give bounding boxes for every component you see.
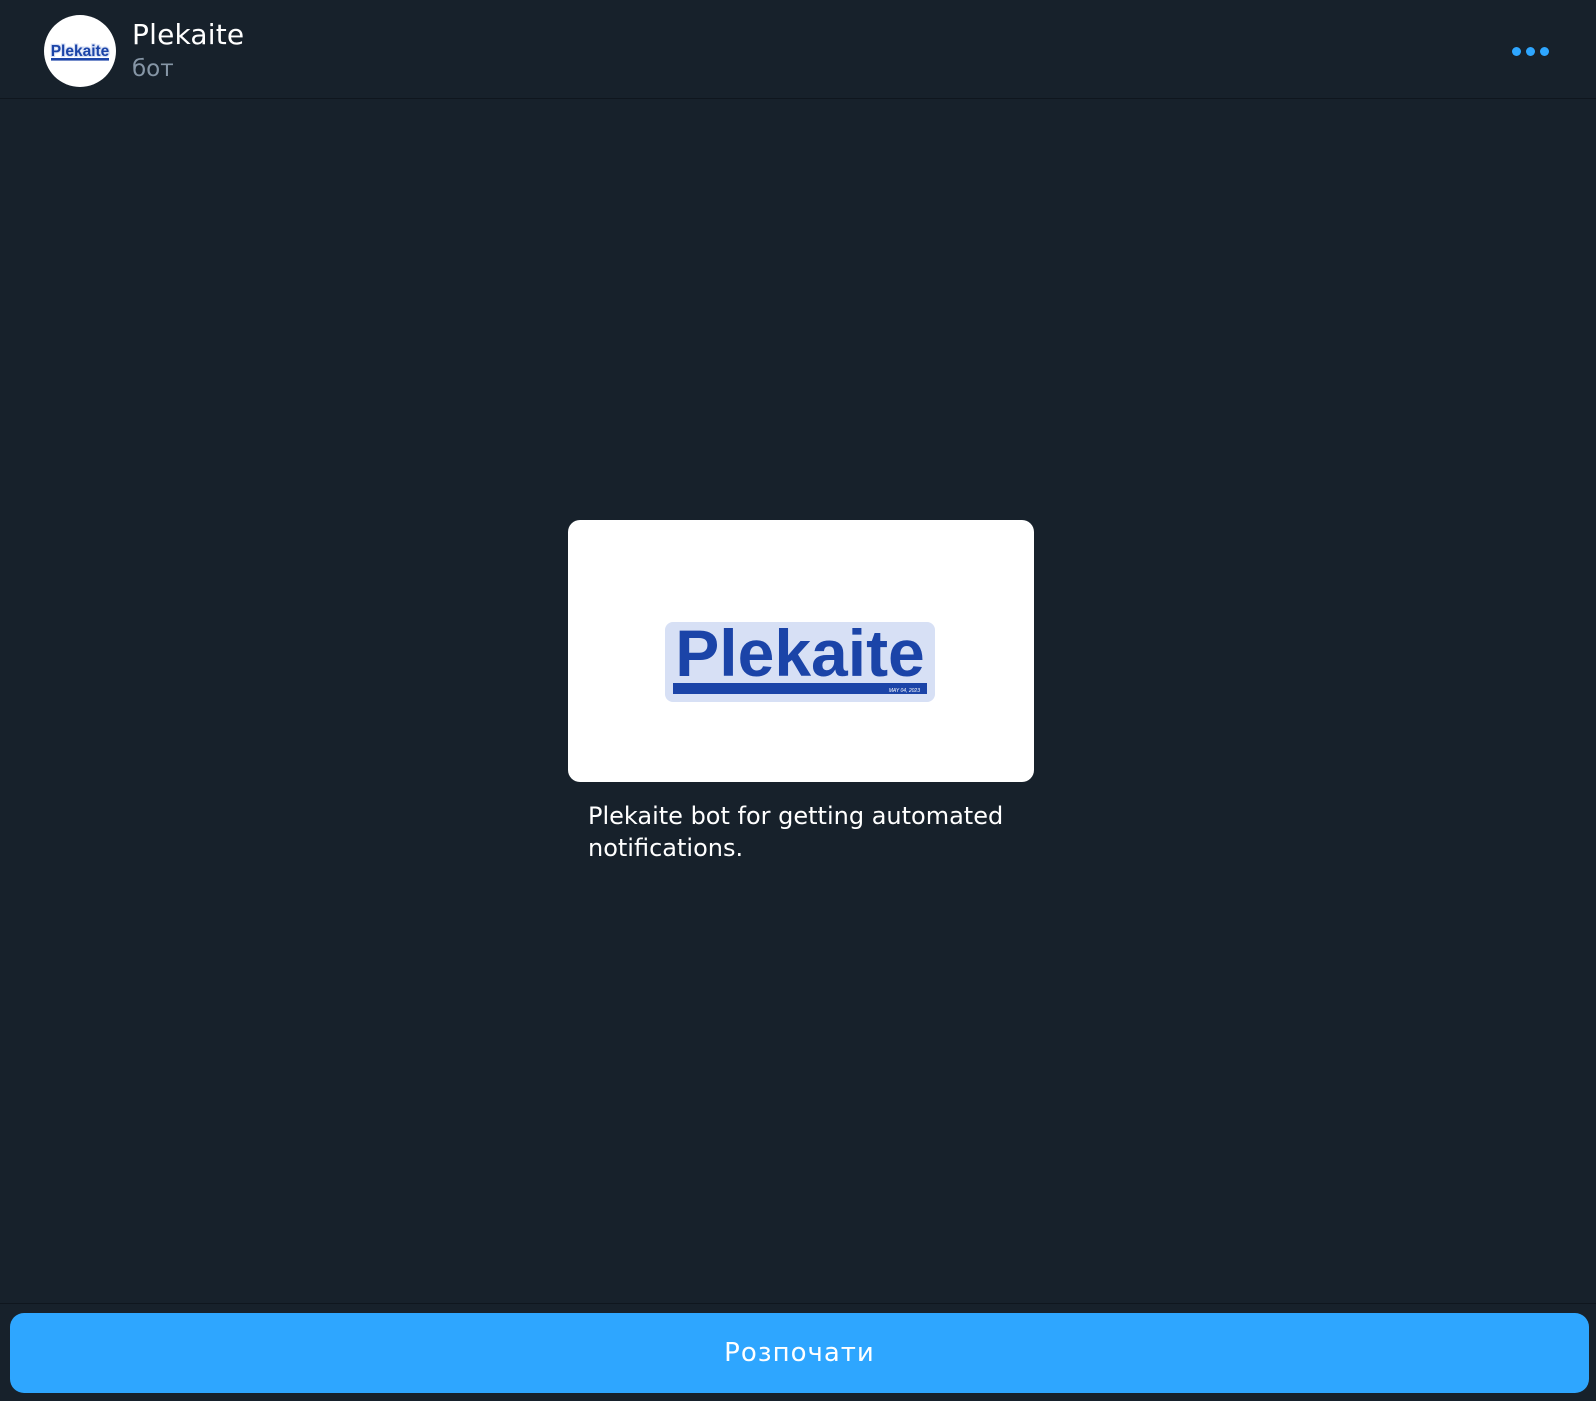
avatar-logo-text: Plekaite <box>51 43 110 60</box>
avatar[interactable]: Plekaite <box>44 15 116 87</box>
chat-header: Plekaite Plekaite бот <box>0 0 1596 99</box>
chat-content: Plekaite MAY 04, 2023 Plekaite bot for g… <box>0 100 1596 1303</box>
bottom-bar: Розпочати <box>0 1303 1596 1401</box>
avatar-logo-underline <box>51 58 109 61</box>
more-options-button[interactable] <box>1496 30 1566 70</box>
chat-subtitle: бот <box>132 56 174 82</box>
more-horizontal-icon <box>1540 47 1549 56</box>
chat-title: Plekaite <box>132 18 245 51</box>
more-horizontal-icon <box>1512 47 1521 56</box>
image-logo-text: Plekaite <box>675 616 925 690</box>
plekaite-logo-image: Plekaite MAY 04, 2023 <box>665 613 935 702</box>
plekaite-logo-avatar: Plekaite <box>50 42 111 61</box>
bot-description: Plekaite bot for getting automated notif… <box>588 802 1004 862</box>
bot-intro-image: Plekaite MAY 04, 2023 <box>568 520 1034 782</box>
start-button[interactable]: Розпочати <box>10 1313 1589 1393</box>
chat-window: Plekaite Plekaite бот Plekaite MAY 04, 2… <box>0 0 1596 1401</box>
image-date-text: MAY 04, 2023 <box>889 688 920 694</box>
more-horizontal-icon <box>1526 47 1535 56</box>
